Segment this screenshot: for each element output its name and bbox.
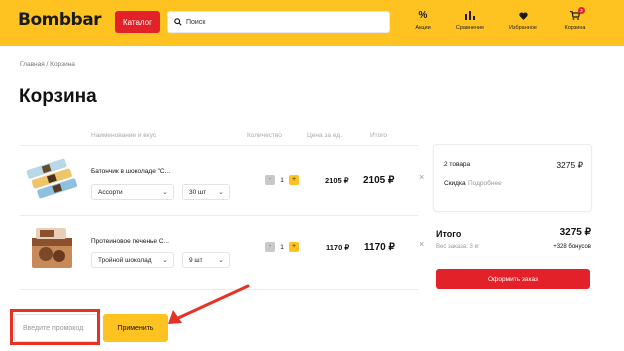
site-header: Bombbar Каталог Поиск % Акции Сравнение … <box>0 0 624 46</box>
remove-item-button[interactable]: × <box>419 172 424 182</box>
cart-icon: 2 <box>570 7 585 22</box>
product-image[interactable] <box>26 224 78 270</box>
flavor-select[interactable]: Тройной шоколад ⌄ <box>91 252 174 268</box>
search-input[interactable]: Поиск <box>186 19 205 26</box>
order-weight: Вес заказа: 3 кг <box>436 244 480 250</box>
search-bar[interactable]: Поиск <box>167 11 390 33</box>
items-amount: 3275 ₽ <box>556 160 583 170</box>
decrease-button[interactable]: - <box>265 175 275 185</box>
flavor-select[interactable]: Ассорти ⌄ <box>91 184 174 200</box>
pack-select[interactable]: 30 шт ⌄ <box>182 184 230 200</box>
quantity-stepper: - 1 + <box>265 175 299 185</box>
order-total-amount: 3275 ₽ <box>559 227 591 238</box>
column-header-qty: Количество <box>247 132 282 139</box>
increase-button[interactable]: + <box>289 242 299 252</box>
increase-button[interactable]: + <box>289 175 299 185</box>
pack-select[interactable]: 9 шт ⌄ <box>182 252 230 268</box>
nav-promo[interactable]: % Акции <box>400 9 446 31</box>
nav-compare-label: Сравнение <box>455 25 485 31</box>
annotation-arrow-icon <box>168 284 250 324</box>
remove-item-button[interactable]: × <box>419 239 424 249</box>
nav-compare[interactable]: Сравнение <box>447 9 493 31</box>
nav-cart-label: Корзина <box>564 25 586 31</box>
quantity-value[interactable]: 1 <box>275 177 289 184</box>
unit-price: 1170 ₽ <box>326 243 350 252</box>
column-header-total: Итого <box>370 132 388 139</box>
nav-promo-label: Акции <box>415 25 431 31</box>
bar-chart-icon <box>465 9 475 22</box>
divider <box>20 215 418 216</box>
cart-count-badge: 2 <box>578 7 585 14</box>
quantity-stepper: - 1 + <box>265 242 299 252</box>
checkout-button[interactable]: Оформить заказ <box>436 269 590 289</box>
product-name[interactable]: Протеиновое печенье С... <box>91 238 169 245</box>
percent-icon: % <box>418 10 428 21</box>
order-total-label: Итого <box>436 229 462 239</box>
nav-cart[interactable]: 2 Корзина <box>552 7 598 31</box>
decrease-button[interactable]: - <box>265 242 275 252</box>
logo[interactable]: Bombbar <box>18 10 102 30</box>
discount-details-link[interactable]: Подробнее <box>468 180 502 187</box>
search-icon <box>174 18 182 26</box>
breadcrumb[interactable]: Главная / Корзина <box>20 61 75 68</box>
items-count: 2 товара <box>444 161 471 168</box>
order-summary-card: 2 товара 3275 ₽ Скидка Подробнее <box>433 144 592 212</box>
page-title: Корзина <box>19 86 97 107</box>
nav-favorites[interactable]: Избранное <box>500 9 546 31</box>
flavor-select-value: Ассорти <box>98 188 123 196</box>
heart-icon <box>518 9 528 22</box>
chevron-down-icon: ⌄ <box>162 257 168 264</box>
divider <box>20 145 418 146</box>
apply-promo-button[interactable]: Применить <box>103 314 168 342</box>
chevron-down-icon: ⌄ <box>218 257 224 264</box>
column-header-unit-price: Цена за ед. <box>307 132 342 139</box>
row-total: 2105 ₽ <box>363 175 395 186</box>
pack-select-value: 9 шт <box>189 256 203 264</box>
catalog-button[interactable]: Каталог <box>115 11 160 33</box>
quantity-value[interactable]: 1 <box>275 244 289 251</box>
row-total: 1170 ₽ <box>364 242 395 253</box>
flavor-select-value: Тройной шоколад <box>98 256 152 264</box>
unit-price: 2105 ₽ <box>325 176 349 185</box>
chevron-down-icon: ⌄ <box>218 189 224 196</box>
nav-favorites-label: Избранное <box>509 25 537 31</box>
pack-select-value: 30 шт <box>189 188 207 196</box>
chevron-down-icon: ⌄ <box>162 189 168 196</box>
bonus-points: +328 бонусов <box>553 244 591 250</box>
product-image[interactable] <box>26 155 78 203</box>
column-header-name: Наименование и вкус <box>91 132 157 139</box>
product-name[interactable]: Батончик в шоколаде "С... <box>91 168 170 175</box>
annotation-highlight-box <box>10 309 100 345</box>
discount-label: Скидка <box>444 180 466 187</box>
